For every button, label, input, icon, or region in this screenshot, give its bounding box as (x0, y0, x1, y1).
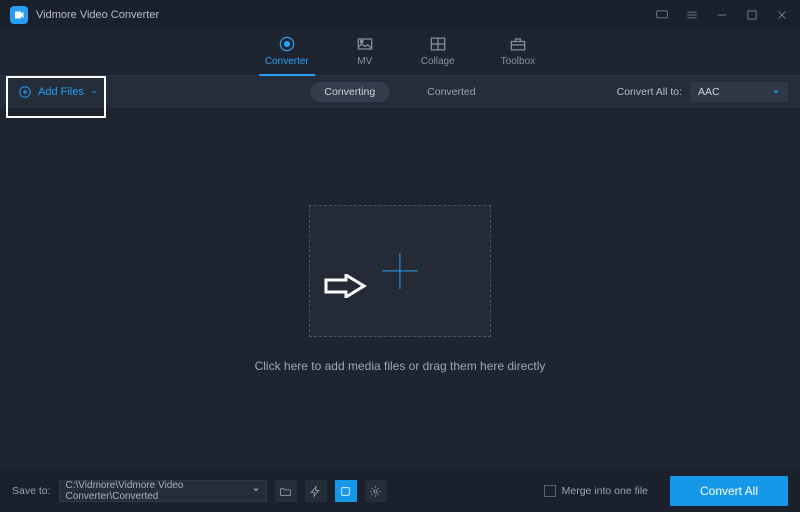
speed-button[interactable] (305, 480, 327, 502)
converter-icon (277, 34, 297, 54)
mv-icon (355, 34, 375, 54)
tab-label: Collage (421, 56, 455, 67)
tab-label: Converter (265, 56, 309, 67)
plus-icon (382, 253, 418, 289)
collage-icon (428, 34, 448, 54)
plus-circle-icon (18, 85, 32, 99)
gpu-button[interactable] (335, 480, 357, 502)
open-folder-button[interactable] (275, 480, 297, 502)
save-path-dropdown[interactable]: C:\Vidmore\Vidmore Video Converter\Conve… (59, 480, 267, 502)
convert-all-to-label: Convert All to: (617, 86, 682, 98)
close-icon[interactable] (774, 7, 790, 23)
app-title: Vidmore Video Converter (36, 9, 654, 21)
app-logo (10, 6, 28, 24)
titlebar: Vidmore Video Converter (0, 0, 800, 30)
chevron-down-icon (252, 486, 260, 497)
checkbox-icon (544, 485, 556, 497)
add-files-label: Add Files (38, 86, 84, 98)
main-tabs: Converter MV Collage Toolbox (0, 30, 800, 76)
menu-icon[interactable] (684, 7, 700, 23)
settings-button[interactable] (365, 480, 387, 502)
format-value: AAC (698, 86, 720, 98)
minimize-icon[interactable] (714, 7, 730, 23)
format-dropdown[interactable]: AAC (690, 82, 788, 102)
tab-toolbox[interactable]: Toolbox (501, 34, 535, 71)
save-to-label: Save to: (12, 485, 51, 497)
dropzone-hint: Click here to add media files or drag th… (255, 359, 546, 373)
tab-label: Toolbox (501, 56, 535, 67)
main-area: Click here to add media files or drag th… (0, 108, 800, 470)
feedback-icon[interactable] (654, 7, 670, 23)
save-path-value: C:\Vidmore\Vidmore Video Converter\Conve… (66, 480, 252, 502)
chevron-down-icon (90, 85, 98, 99)
toolbox-icon (508, 34, 528, 54)
merge-label: Merge into one file (562, 485, 648, 497)
convert-all-button[interactable]: Convert All (670, 476, 788, 506)
tab-converter[interactable]: Converter (265, 34, 309, 71)
tab-collage[interactable]: Collage (421, 34, 455, 71)
dropzone[interactable] (309, 205, 491, 337)
maximize-icon[interactable] (744, 7, 760, 23)
tab-mv[interactable]: MV (355, 34, 375, 71)
subtab-converted[interactable]: Converted (413, 82, 489, 102)
tab-label: MV (357, 56, 372, 67)
merge-checkbox[interactable]: Merge into one file (544, 485, 648, 497)
subtab-converting[interactable]: Converting (310, 82, 389, 102)
bottom-bar: Save to: C:\Vidmore\Vidmore Video Conver… (0, 470, 800, 512)
toolbar: Add Files Converting Converted Convert A… (0, 76, 800, 108)
add-files-button[interactable]: Add Files (12, 82, 104, 102)
chevron-down-icon (772, 88, 780, 96)
